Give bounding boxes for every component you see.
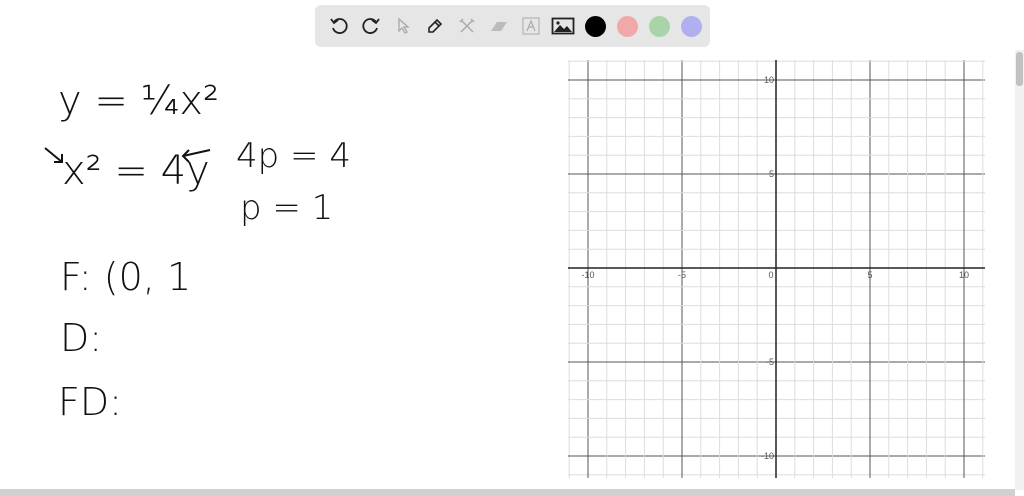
eraser-icon xyxy=(491,22,507,31)
undo-icon xyxy=(330,18,348,34)
arrow-annotation xyxy=(44,147,63,163)
text-tool[interactable] xyxy=(515,10,547,42)
undo-button[interactable] xyxy=(323,10,355,42)
note-p: p = 1 xyxy=(240,188,334,228)
color-red[interactable] xyxy=(611,10,643,42)
color-swatch xyxy=(648,15,670,37)
tick-label: 5 xyxy=(867,270,872,280)
color-black[interactable] xyxy=(579,10,611,42)
select-tool[interactable] xyxy=(387,10,419,42)
tick-label: 10 xyxy=(764,75,774,85)
tick-label: -5 xyxy=(678,270,686,280)
vertical-scrollbar[interactable] xyxy=(1015,50,1024,490)
tick-label: -5 xyxy=(766,357,774,367)
note-directrix: D: xyxy=(60,316,103,360)
color-swatch xyxy=(584,15,606,37)
tools-button[interactable] xyxy=(451,10,483,42)
coordinate-grid[interactable]: -10 -5 0 5 10 10 5 -5 -10 xyxy=(560,50,1000,488)
tick-label: -10 xyxy=(761,451,774,461)
tick-label: -10 xyxy=(581,270,594,280)
text-icon xyxy=(522,17,540,35)
redo-icon xyxy=(362,18,380,34)
arrow-annotation xyxy=(181,149,211,163)
tools-icon xyxy=(459,18,475,33)
color-swatch xyxy=(680,15,702,37)
eraser-tool[interactable] xyxy=(483,10,515,42)
pen-icon xyxy=(428,18,443,33)
note-focus: F: (0, 1 xyxy=(60,255,192,299)
tick-label: 5 xyxy=(769,169,774,179)
color-green[interactable] xyxy=(643,10,675,42)
note-focal-distance: FD: xyxy=(58,380,122,424)
note-equation: y = ¼x² xyxy=(58,78,220,124)
tick-label: 10 xyxy=(959,270,969,280)
tick-label: 0 xyxy=(768,270,773,280)
pen-tool[interactable] xyxy=(419,10,451,42)
image-tool[interactable] xyxy=(547,10,579,42)
drawing-toolbar xyxy=(315,5,710,47)
note-4p: 4p = 4 xyxy=(236,136,351,176)
redo-button[interactable] xyxy=(355,10,387,42)
image-icon xyxy=(551,17,575,35)
scrollbar-thumb[interactable] xyxy=(1016,52,1023,86)
horizontal-scrollbar[interactable] xyxy=(0,489,1015,496)
select-icon xyxy=(398,17,410,34)
color-blue[interactable] xyxy=(675,10,707,42)
color-swatch xyxy=(616,15,638,37)
